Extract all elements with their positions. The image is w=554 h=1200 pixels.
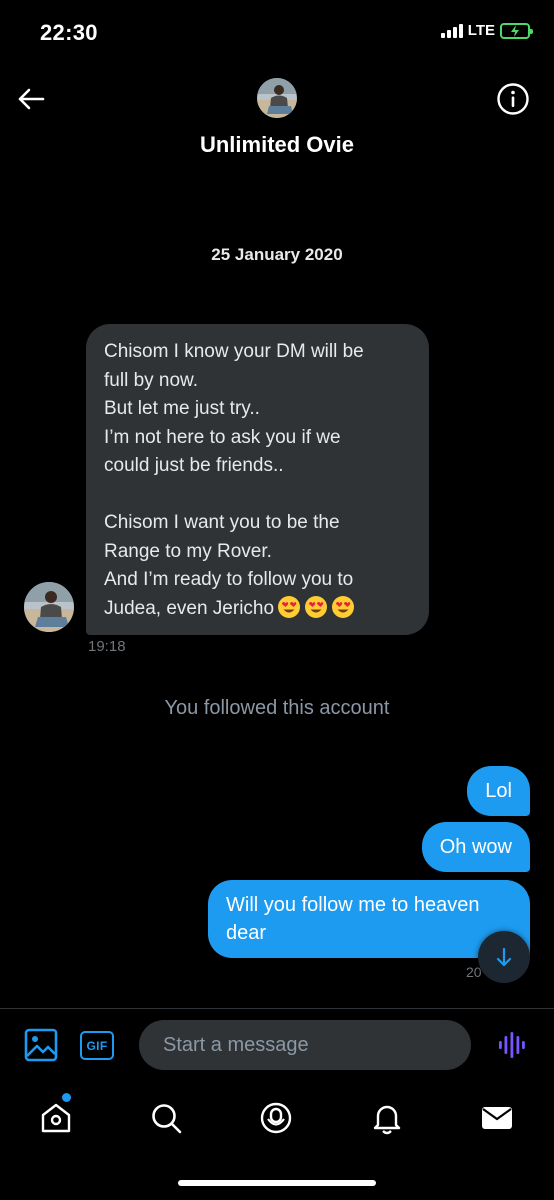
tab-spaces[interactable] <box>256 1098 296 1138</box>
incoming-timestamp: 19:18 <box>88 638 126 655</box>
date-divider: 25 January 2020 <box>211 245 343 264</box>
tab-messages[interactable] <box>477 1098 517 1138</box>
contact-name[interactable]: Unlimited Ovie <box>0 132 554 158</box>
home-indicator <box>178 1180 376 1186</box>
message-line: full by now. <box>104 369 198 391</box>
message-line-text: Judea, even Jericho <box>104 597 275 619</box>
battery-icon <box>500 22 533 39</box>
scroll-to-bottom-button[interactable] <box>478 931 530 983</box>
message-line: could just be friends.. <box>104 455 284 476</box>
info-icon <box>497 83 529 115</box>
network-label: LTE <box>467 22 495 39</box>
system-message: You followed this account <box>164 697 390 719</box>
message-line: And I’m ready to follow you to <box>104 569 354 590</box>
arrow-down-icon <box>496 947 512 967</box>
notification-dot <box>62 1093 71 1102</box>
outgoing-message-bubble[interactable]: Oh wow <box>421 822 530 872</box>
back-arrow-icon <box>18 88 45 110</box>
heart-eyes-emoji-icon <box>278 595 301 618</box>
tab-home[interactable] <box>36 1098 76 1138</box>
bell-icon <box>373 1105 401 1135</box>
voice-wave-icon <box>499 1032 525 1058</box>
back-button[interactable] <box>14 82 48 116</box>
gif-button[interactable]: GIF <box>80 1031 114 1060</box>
status-time: 22:30 <box>40 20 98 45</box>
heart-eyes-emoji-icon <box>332 595 355 618</box>
status-indicators: LTE <box>440 22 533 39</box>
spaces-icon <box>260 1102 292 1134</box>
search-icon <box>152 1104 182 1134</box>
tab-search[interactable] <box>146 1098 186 1138</box>
sender-avatar[interactable] <box>24 582 74 632</box>
add-image-button[interactable] <box>24 1028 58 1062</box>
tab-notifications[interactable] <box>367 1098 407 1138</box>
message-line <box>104 481 411 510</box>
mail-icon <box>482 1107 512 1129</box>
outgoing-message-bubble[interactable]: Lol <box>467 766 530 816</box>
message-line: Range to my Rover. <box>104 540 272 562</box>
composer-divider <box>0 1008 554 1009</box>
image-icon <box>24 1028 58 1062</box>
info-button[interactable] <box>496 82 530 116</box>
incoming-message-bubble[interactable]: Chisom I know your DM will be full by no… <box>86 324 429 635</box>
signal-icon <box>440 23 463 38</box>
message-line: Chisom I know your DM will be <box>104 341 364 362</box>
home-icon <box>41 1103 71 1133</box>
contact-avatar[interactable] <box>257 78 297 118</box>
message-input[interactable] <box>139 1020 471 1070</box>
message-line: But let me just try.. <box>104 398 260 419</box>
message-line: Chisom I want you to be the <box>104 512 340 533</box>
voice-message-button[interactable] <box>497 1030 527 1060</box>
message-line: I’m not here to ask you if we <box>104 426 341 448</box>
heart-eyes-emoji-icon <box>305 595 328 618</box>
message-line-last: Judea, even Jericho <box>104 595 411 624</box>
